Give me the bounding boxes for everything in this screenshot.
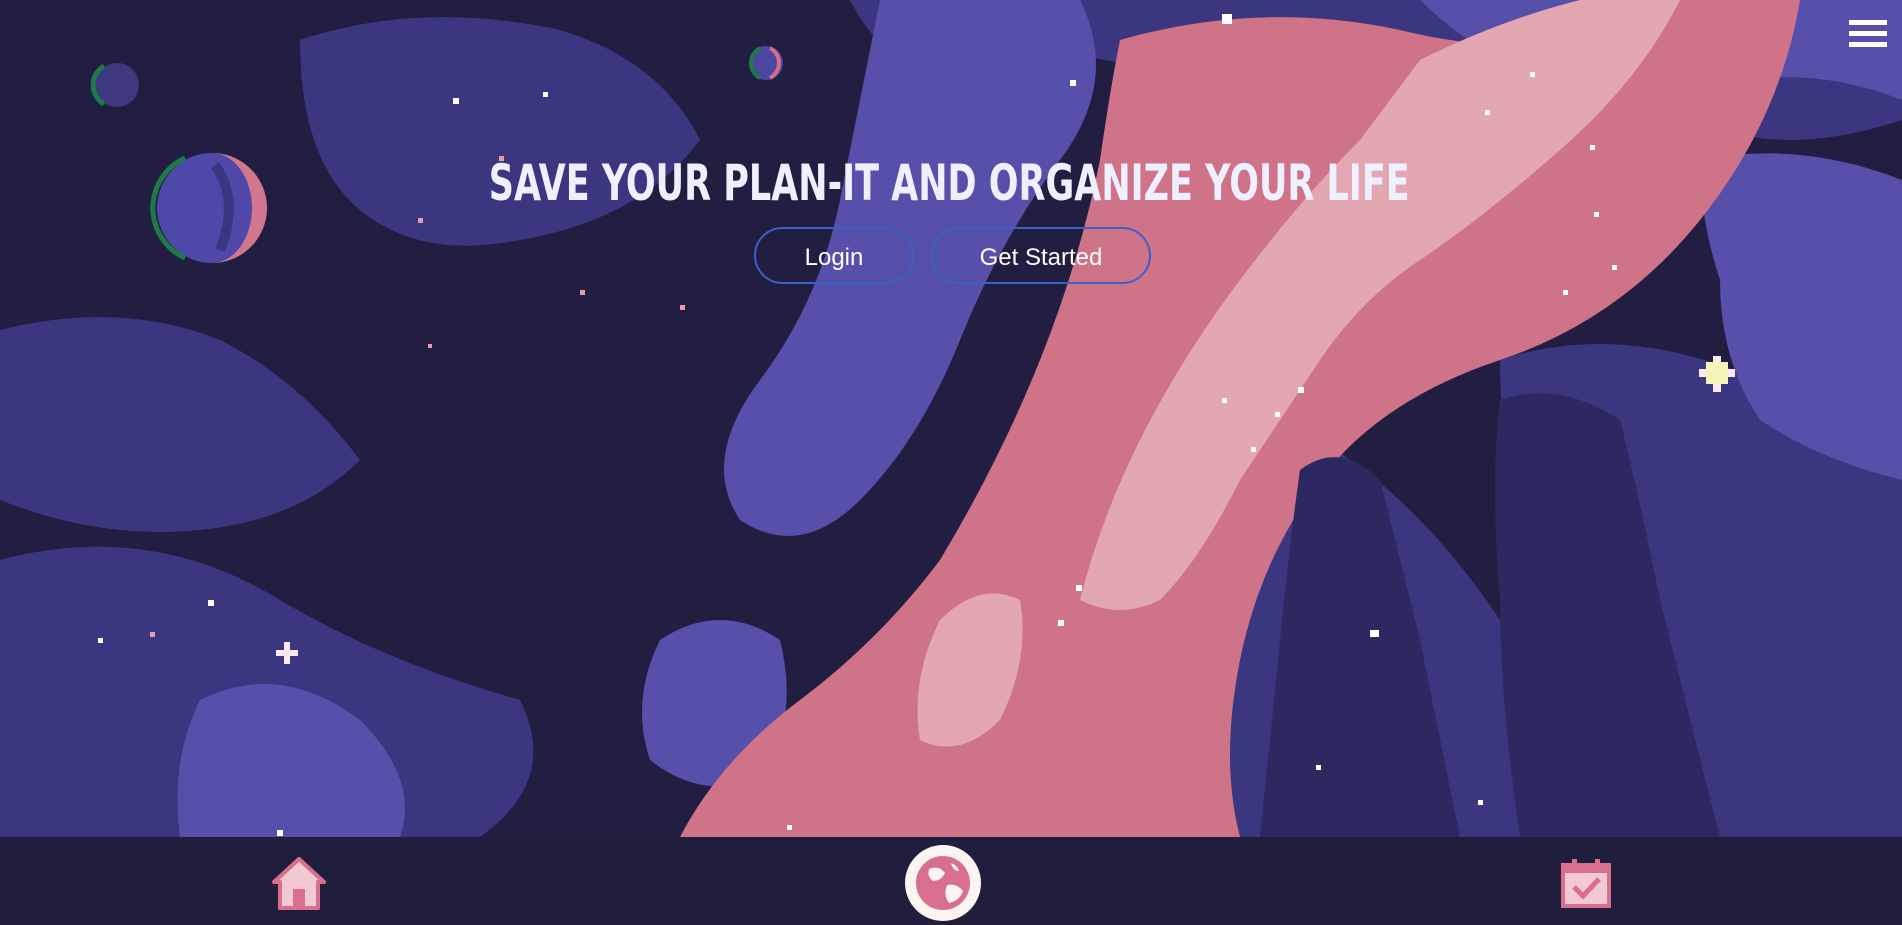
menu-line xyxy=(1849,42,1887,47)
hero-headline: SAVE YOUR PLAN-IT AND ORGANIZE YOUR LIFE xyxy=(488,154,1410,212)
globe-icon[interactable] xyxy=(905,845,981,921)
hamburger-menu-icon[interactable] xyxy=(1849,20,1887,50)
calendar-check-icon[interactable] xyxy=(1560,857,1612,909)
login-button[interactable]: Login xyxy=(754,227,914,284)
get-started-button[interactable]: Get Started xyxy=(931,227,1151,284)
bottom-navigation xyxy=(0,837,1902,921)
menu-line xyxy=(1849,31,1887,36)
home-icon[interactable] xyxy=(270,855,328,911)
hero-section: SAVE YOUR PLAN-IT AND ORGANIZE YOUR LIFE… xyxy=(0,0,1902,837)
menu-line xyxy=(1849,20,1887,25)
nebula-background xyxy=(0,0,1902,837)
